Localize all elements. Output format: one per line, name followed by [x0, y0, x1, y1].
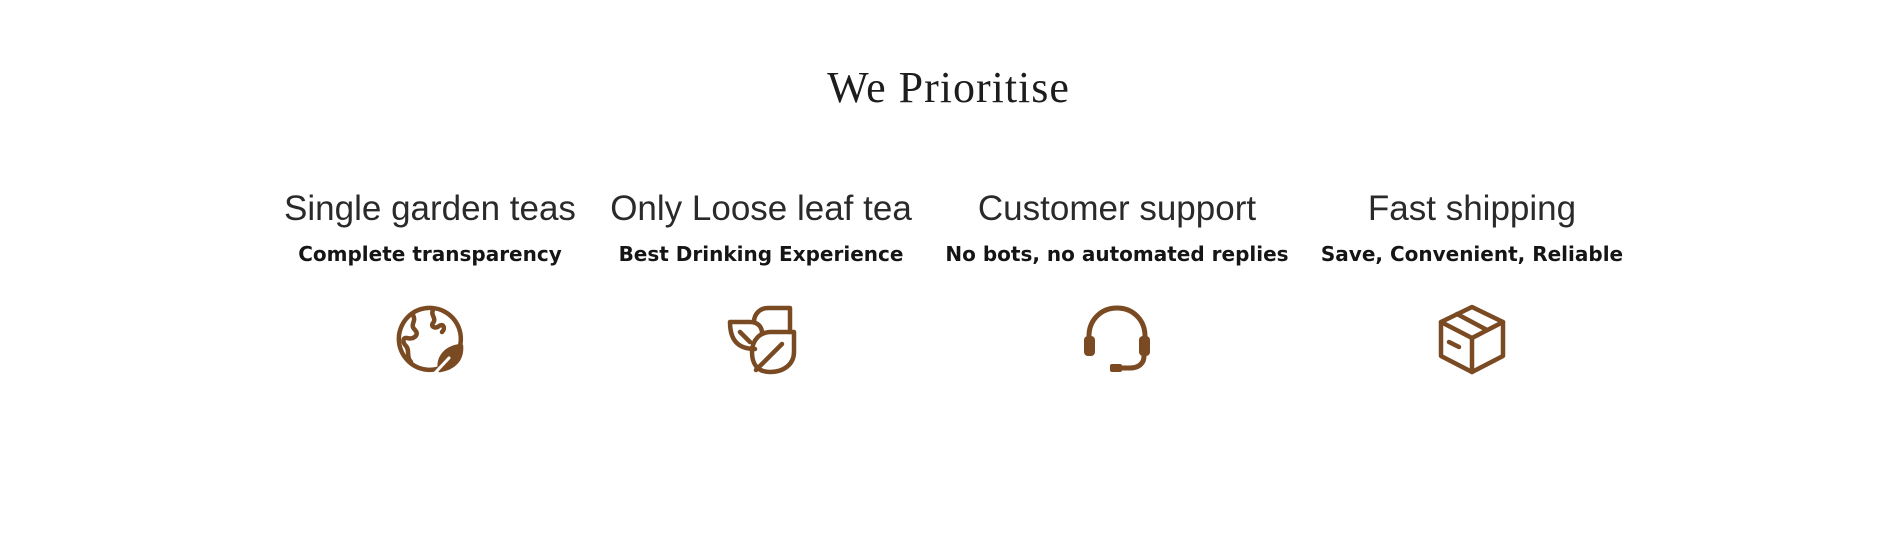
feature-subtitle: No bots, no automated replies [945, 242, 1289, 266]
feature-title: Only Loose leaf tea [610, 189, 912, 228]
feature-customer-support: Customer support No bots, no automated r… [937, 186, 1297, 376]
feature-loose-leaf: Only Loose leaf tea Best Drinking Experi… [581, 186, 941, 376]
feature-subtitle: Complete transparency [298, 242, 562, 266]
box-icon [1435, 302, 1509, 376]
feature-subtitle: Save, Convenient, Reliable [1320, 242, 1624, 266]
feature-title: Customer support [977, 189, 1257, 228]
prioritise-section: We Prioritise Single garden teas Complet… [0, 0, 1897, 545]
features-row: Single garden teas Complete transparency… [0, 186, 1897, 386]
feature-title: Fast shipping [1367, 189, 1577, 228]
leaves-icon [724, 302, 798, 376]
globe-leaf-icon [393, 302, 467, 376]
feature-subtitle: Best Drinking Experience [618, 242, 904, 266]
section-title: We Prioritise [827, 63, 1070, 112]
feature-single-garden: Single garden teas Complete transparency [250, 186, 610, 376]
feature-fast-shipping: Fast shipping Save, Convenient, Reliable [1292, 186, 1652, 376]
feature-title: Single garden teas [284, 189, 576, 228]
headset-icon [1080, 302, 1154, 376]
